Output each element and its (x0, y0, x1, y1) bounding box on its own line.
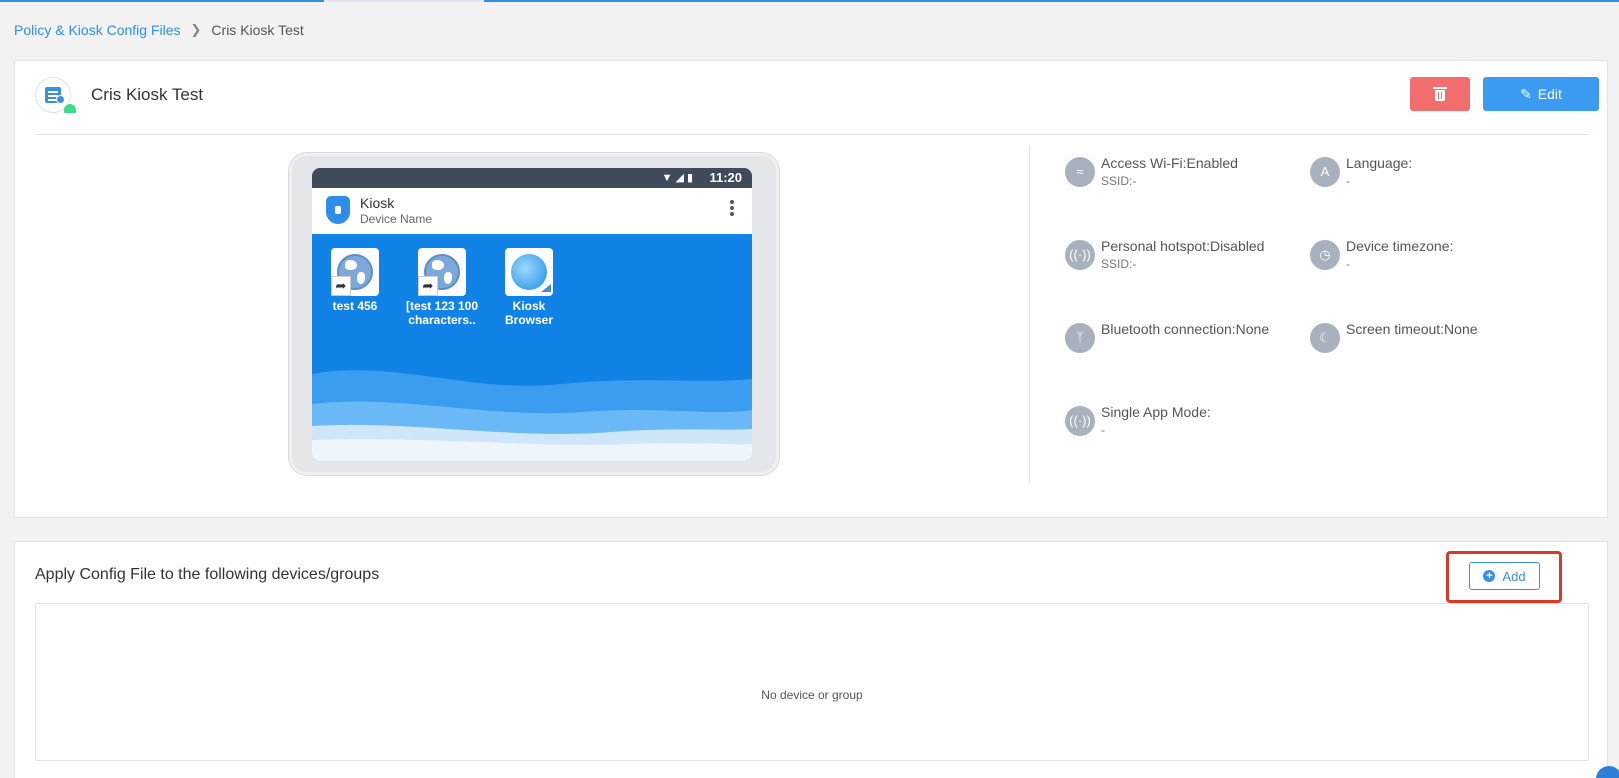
setting-wifi: ≈ Access Wi-Fi:Enabled SSID:- (1065, 155, 1295, 195)
section-title: Apply Config File to the following devic… (35, 566, 380, 583)
setting-value: SSID:- (1101, 174, 1137, 188)
setting-hotspot: ((·)) Personal hotspot:Disabled SSID:- (1065, 238, 1295, 278)
setting-title: Single App Mode: (1101, 404, 1211, 420)
setting-value: - (1101, 423, 1105, 437)
setting-screen-timeout: ☾ Screen timeout:None (1310, 321, 1540, 361)
app-icon: ➦ (418, 248, 466, 296)
app-tile-test-123[interactable]: ➦ [test 123 100 characters.. (402, 248, 482, 327)
app-icon (505, 248, 553, 296)
edit-button[interactable]: ✎ Edit (1483, 77, 1599, 111)
setting-language: A Language: - (1310, 155, 1540, 195)
setting-value: - (1346, 174, 1350, 188)
setting-timezone: ◷ Device timezone: - (1310, 238, 1540, 278)
breadcrumb-current: Cris Kiosk Test (211, 22, 304, 38)
setting-value: SSID:- (1101, 257, 1137, 271)
kiosk-app-name: Kiosk (360, 195, 395, 211)
status-icons: ▼◢▮ (661, 172, 696, 184)
app-icon: ➦ (331, 248, 379, 296)
shortcut-arrow-icon: ➦ (418, 276, 438, 296)
status-bar: ▼◢▮ 11:20 (312, 168, 752, 188)
shield-icon (56, 95, 65, 104)
apply-config-card: Apply Config File to the following devic… (14, 541, 1608, 778)
setting-title: Personal hotspot:Disabled (1101, 238, 1265, 254)
kiosk-lock-icon (326, 196, 350, 224)
app-label: Kiosk Browser (489, 299, 569, 327)
setting-title: Bluetooth connection:None (1101, 321, 1270, 337)
config-detail-card: Cris Kiosk Test ✎ Edit ▼◢▮ 11:20 Kiosk D… (14, 60, 1608, 518)
language-icon: A (1310, 157, 1340, 187)
plus-circle-icon: + (1483, 570, 1496, 582)
moon-icon: ☾ (1310, 323, 1340, 353)
device-preview: ▼◢▮ 11:20 Kiosk Device Name ➦ test 456 ➦… (289, 153, 779, 475)
trash-icon (1433, 87, 1447, 101)
kiosk-app-bar: Kiosk Device Name (312, 188, 752, 234)
app-label: test 456 (332, 299, 378, 313)
device-screen: ▼◢▮ 11:20 Kiosk Device Name ➦ test 456 ➦… (312, 168, 752, 461)
more-vertical-icon[interactable] (730, 200, 734, 204)
vertical-divider (1029, 145, 1030, 483)
pencil-icon: ✎ (1520, 85, 1532, 102)
setting-title: Device timezone: (1346, 238, 1454, 254)
app-label-line-1: [test 123 100 (405, 299, 479, 313)
setting-title: Language: (1346, 155, 1413, 171)
setting-title: Screen timeout:None (1346, 321, 1478, 337)
bluetooth-icon: ᛉ (1065, 323, 1095, 353)
app-label: [test 123 100 characters.. (402, 299, 482, 327)
app-label-line-2: Browser (504, 313, 554, 327)
empty-state-text: No device or group (761, 688, 863, 702)
app-tile-test-456[interactable]: ➦ test 456 (315, 248, 395, 313)
app-label-line-1: Kiosk (512, 299, 546, 313)
android-config-icon (35, 77, 76, 113)
cursor-arrow-icon (541, 284, 551, 292)
setting-title: Access Wi-Fi:Enabled (1101, 155, 1238, 171)
android-icon (64, 104, 76, 113)
add-button-label: Add (1502, 568, 1526, 584)
edit-button-label: Edit (1537, 86, 1562, 102)
setting-value: - (1346, 257, 1350, 271)
top-accent-line (0, 0, 1619, 2)
hotspot-icon: ((·)) (1065, 240, 1095, 270)
add-button[interactable]: + Add (1469, 562, 1540, 590)
delete-button[interactable] (1410, 77, 1470, 111)
app-tile-kiosk-browser[interactable]: Kiosk Browser (489, 248, 569, 327)
chevron-right-icon: ❯ (190, 22, 202, 37)
setting-single-app-mode: ((·)) Single App Mode: - (1065, 404, 1295, 444)
device-group-list: No device or group (35, 603, 1589, 761)
app-label-line-2: characters.. (408, 313, 476, 327)
status-time: 11:20 (709, 170, 742, 185)
kiosk-home-screen: ➦ test 456 ➦ [test 123 100 characters.. (312, 234, 752, 461)
breadcrumb: Policy & Kiosk Config Files ❯ Cris Kiosk… (14, 22, 304, 38)
clock-icon: ◷ (1310, 240, 1340, 270)
single-app-icon: ((·)) (1065, 406, 1095, 436)
tab-indicator (324, 0, 484, 2)
device-name-label: Device Name (360, 212, 433, 226)
config-header: Cris Kiosk Test ✎ Edit (35, 77, 1599, 135)
shortcut-arrow-icon: ➦ (331, 276, 351, 296)
setting-bluetooth: ᛉ Bluetooth connection:None (1065, 321, 1295, 361)
breadcrumb-parent-link[interactable]: Policy & Kiosk Config Files (14, 22, 181, 38)
page-title: Cris Kiosk Test (91, 85, 204, 104)
wifi-icon: ≈ (1065, 157, 1095, 187)
